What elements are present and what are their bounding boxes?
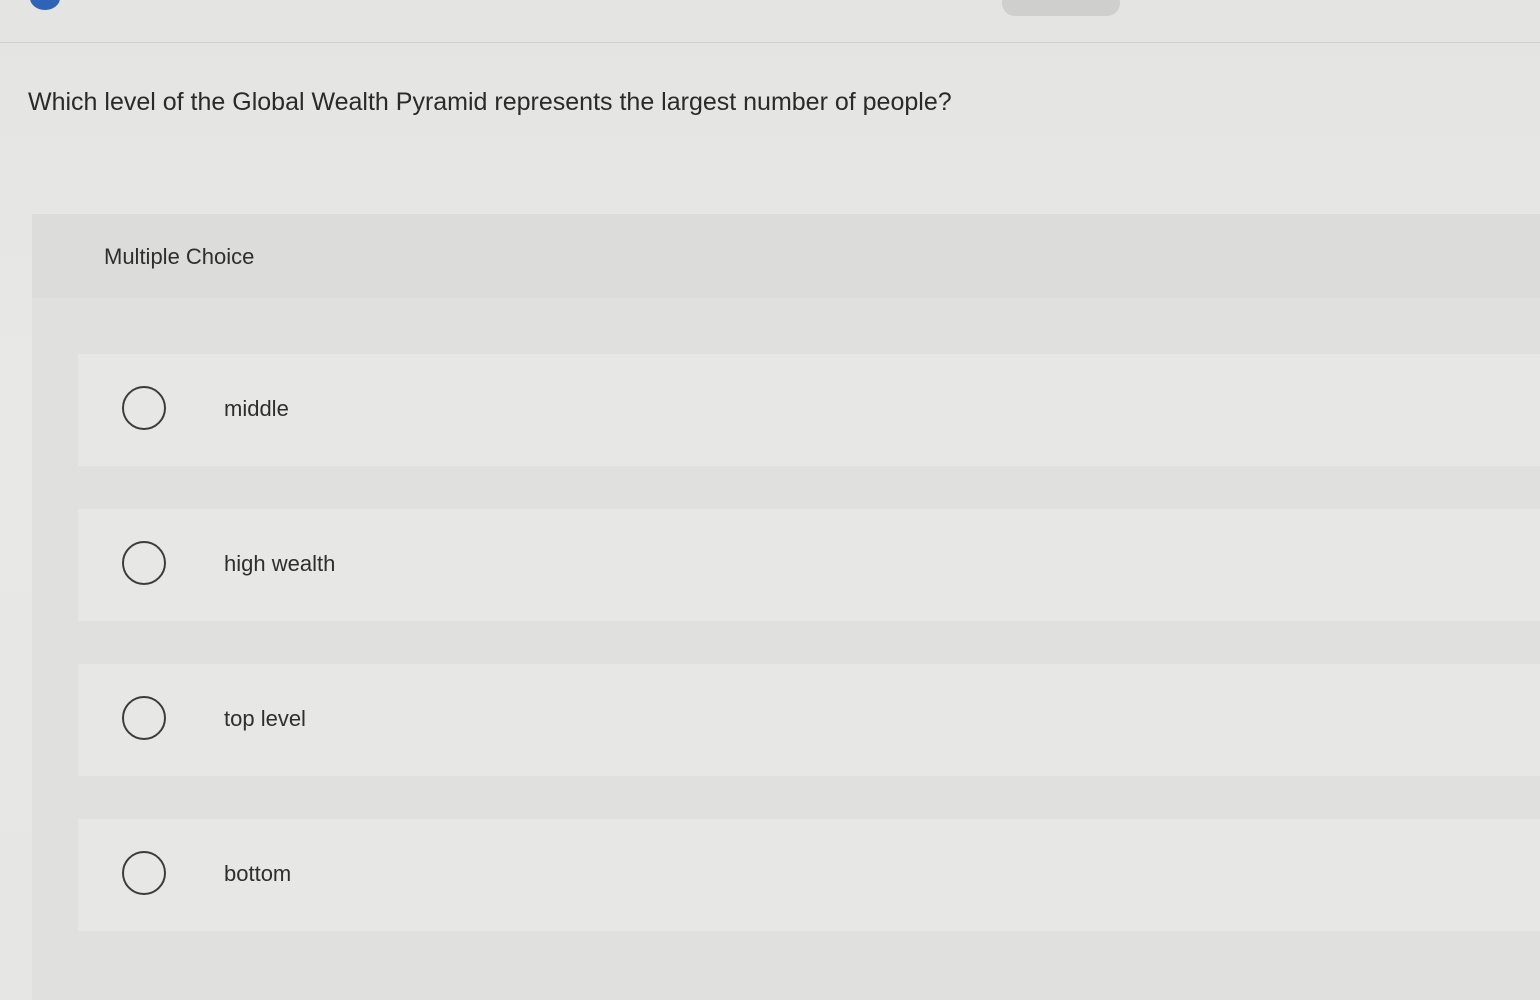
answer-option-label: bottom bbox=[224, 861, 292, 886]
question-prompt: Which level of the Global Wealth Pyramid… bbox=[28, 88, 952, 116]
radio-button-icon[interactable] bbox=[122, 541, 166, 585]
answer-option-label: high wealth bbox=[224, 551, 336, 576]
answer-option-middle[interactable]: middle bbox=[78, 354, 1540, 466]
radio-button-icon[interactable] bbox=[122, 386, 166, 430]
answer-option-bottom[interactable]: bottom bbox=[78, 819, 1540, 931]
answer-option-label: middle bbox=[224, 396, 289, 421]
multiple-choice-panel: Multiple Choice middle high wealth top l… bbox=[32, 214, 1540, 1000]
radio-button-icon[interactable] bbox=[122, 696, 166, 740]
question-number-badge bbox=[30, 0, 60, 10]
saved-status-pill bbox=[1002, 0, 1120, 16]
radio-button-icon[interactable] bbox=[122, 851, 166, 895]
multiple-choice-label: Multiple Choice bbox=[104, 244, 255, 269]
answer-option-top-level[interactable]: top level bbox=[78, 664, 1540, 776]
top-toolbar bbox=[0, 0, 1540, 43]
multiple-choice-header: Multiple Choice bbox=[32, 214, 1540, 298]
quiz-page: Which level of the Global Wealth Pyramid… bbox=[0, 0, 1540, 1000]
answer-option-label: top level bbox=[224, 706, 306, 731]
answer-option-high-wealth[interactable]: high wealth bbox=[78, 509, 1540, 621]
